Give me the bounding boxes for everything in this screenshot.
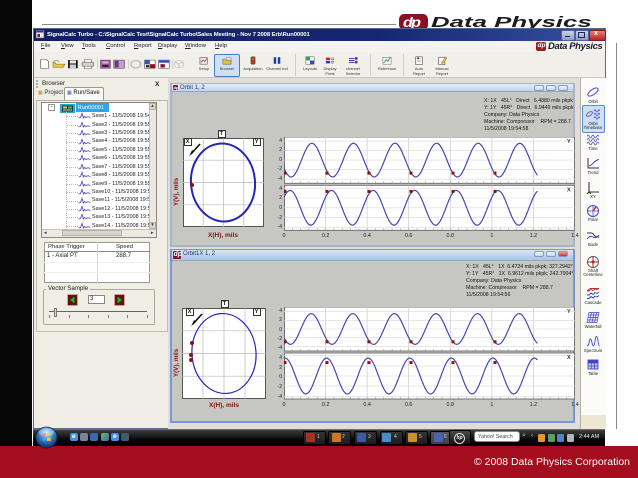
- svg-text:Y: Y: [567, 309, 571, 315]
- svg-text:Y: Y: [567, 139, 571, 145]
- svg-text:X: X: [567, 355, 571, 361]
- svg-text:X: X: [567, 187, 571, 193]
